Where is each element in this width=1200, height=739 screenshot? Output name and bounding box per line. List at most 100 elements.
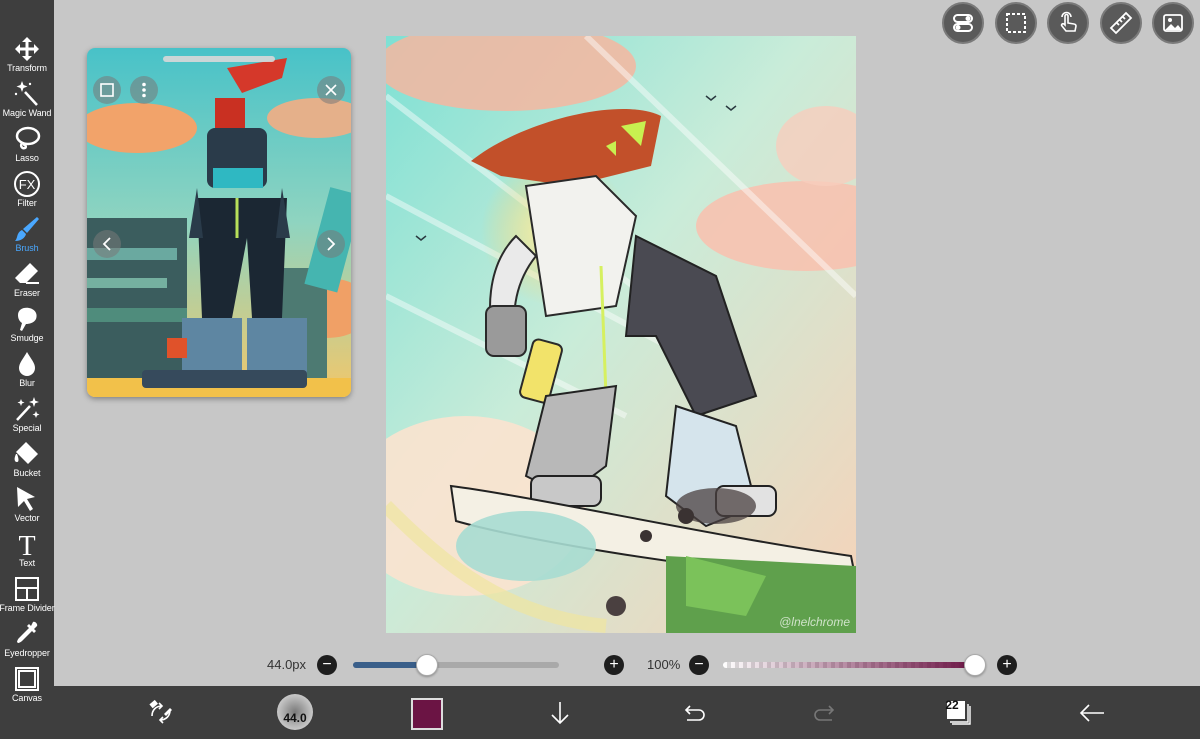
toggle-panel-button[interactable] [942,2,984,44]
eraser-icon [15,263,39,284]
minus-icon: − [322,656,332,673]
touch-icon [1060,11,1077,32]
tool-blur[interactable]: Blur [0,347,54,392]
ruler-button[interactable] [1100,2,1142,44]
fx-icon: FX [14,171,40,197]
chevron-right-icon [327,237,336,251]
redo-icon [814,705,835,721]
redo-button[interactable] [807,694,845,732]
reference-next-button[interactable] [317,230,345,258]
svg-text:FX: FX [19,177,36,192]
tool-label: Transform [7,63,47,73]
brush-icon [15,217,39,241]
reference-menu-button[interactable] [130,76,158,104]
opacity-track[interactable] [723,662,975,668]
more-vertical-icon [142,82,146,98]
arrow-down-icon [551,702,569,725]
lasso-icon [15,126,41,150]
tool-bucket[interactable]: Bucket [0,437,54,482]
opacity-fill [723,662,975,668]
back-button[interactable] [1073,694,1111,732]
tool-transform[interactable]: Transform [0,32,54,77]
reference-image [87,48,351,397]
selection-button[interactable] [995,2,1037,44]
arrow-left-icon [1079,704,1104,722]
tool-canvas[interactable]: Canvas [0,662,54,707]
tool-label: Smudge [10,333,44,343]
sparkle-icon [16,397,40,421]
toggle-icon [953,14,973,32]
undo-icon [684,705,705,721]
chevron-left-icon [102,237,111,251]
tool-smudge[interactable]: Smudge [0,302,54,347]
brush-preview: 44.0 [277,694,313,730]
selection-icon [1006,13,1026,33]
brush-size-knob[interactable] [416,654,439,676]
plus-icon: + [609,656,619,673]
square-icon [100,83,114,97]
reference-window[interactable] [87,48,351,397]
tool-label: Lasso [15,153,39,163]
tool-label: Bucket [13,468,41,478]
opacity-knob[interactable] [964,654,986,676]
brush-size-decrease-button[interactable]: − [317,655,337,675]
brush-size-track[interactable] [353,662,559,668]
swap-tool-icon [149,699,172,724]
brush-size-increase-button[interactable]: + [604,655,624,675]
tool-label: Canvas [12,693,42,703]
tool-lasso[interactable]: Lasso [0,122,54,167]
arrow-pointer-icon [17,487,35,511]
tool-brush[interactable]: Brush [0,212,54,257]
layers-button[interactable]: 22 [940,694,978,732]
opacity-value: 100% [647,657,681,672]
reference-drag-handle[interactable] [163,56,275,62]
drawing-canvas[interactable]: @lnelchrome [386,36,856,633]
opacity-decrease-button[interactable]: − [689,655,709,675]
reference-close-button[interactable] [317,76,345,104]
minus-icon: − [694,656,704,673]
artist-signature: @lnelchrome [779,615,850,629]
eyedropper-icon [17,621,38,643]
tool-filter[interactable]: FX Filter [0,167,54,212]
reference-prev-button[interactable] [93,230,121,258]
reference-crop-button[interactable] [93,76,121,104]
tool-text[interactable]: T Text [0,527,54,572]
tool-vector[interactable]: Vector [0,482,54,527]
frame-divider-icon [15,577,39,601]
tool-label: Magic Wand [2,108,52,118]
image-icon [1163,14,1183,32]
color-picker-button[interactable] [408,695,446,733]
blur-drop-icon [19,352,35,376]
tool-label: Filter [17,198,37,208]
tool-magic-wand[interactable]: Magic Wand [0,77,54,122]
ruler-icon [1109,11,1133,35]
plus-icon: + [1002,656,1012,673]
tool-label: Frame Divider [0,603,55,613]
magic-wand-icon [14,81,38,106]
tool-label: Text [18,558,36,568]
move-icon [15,37,39,61]
brush-preview-button[interactable]: 44.0 [275,692,315,732]
opacity-increase-button[interactable]: + [997,655,1017,675]
brush-preview-size: 44.0 [283,711,307,725]
tool-label: Eraser [14,288,40,298]
canvas-icon [15,667,39,691]
tool-eraser[interactable]: Eraser [0,257,54,302]
transfer-down-button[interactable] [541,694,579,732]
tool-label: Special [12,423,42,433]
tool-special[interactable]: Special [0,392,54,437]
undo-button[interactable] [674,694,712,732]
close-icon [325,84,337,96]
text-icon: T [18,531,35,558]
tool-sidebar: Transform Magic Wand Lasso FX Filter Bru… [0,0,55,739]
opacity-control: 100% − + [640,652,1020,678]
current-color-swatch [411,698,443,730]
brush-eraser-swap-button[interactable] [142,694,180,732]
reference-image-button[interactable] [1152,2,1194,44]
tool-frame-divider[interactable]: Frame Divider [0,572,55,617]
touch-mode-button[interactable] [1047,2,1089,44]
layer-count: 22 [945,698,959,712]
tool-label: Blur [19,378,35,388]
tool-eyedropper[interactable]: Eyedropper [0,617,54,662]
tool-label: Eyedropper [4,648,50,658]
